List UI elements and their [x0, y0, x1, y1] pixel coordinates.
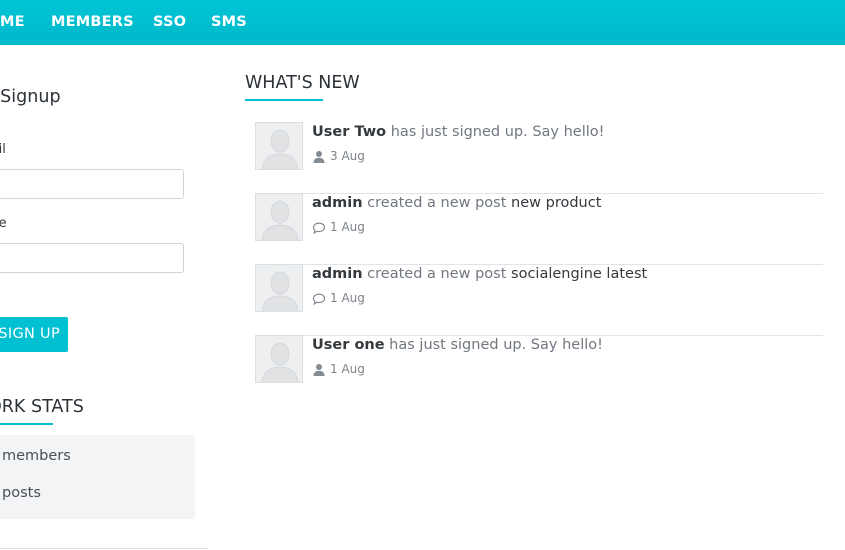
default-avatar-icon [256, 265, 302, 311]
feed-actor-link[interactable]: User Two [312, 124, 386, 140]
avatar[interactable] [255, 335, 303, 383]
feed-action: has just signed up. Say hello! [384, 337, 603, 353]
nav-item-home[interactable]: ME [0, 0, 25, 45]
feed-action: has just signed up. Say hello! [386, 124, 605, 140]
nav-item-sms[interactable]: SMS [211, 0, 247, 45]
feed-text: admin created a new post new product [312, 195, 601, 211]
whats-new-underline [245, 99, 323, 101]
user-icon [313, 364, 325, 376]
feed-action: created a new post [362, 195, 512, 211]
network-stats-title: TWORK STATS [0, 397, 84, 417]
left-sidebar: ick Signup mail ame SIGN UP TWORK STATS … [0, 45, 215, 550]
whats-new-section: WHAT'S NEW User Two has just signed up. … [245, 45, 845, 550]
email-label: mail [0, 142, 6, 157]
avatar[interactable] [255, 264, 303, 312]
whats-new-title: WHAT'S NEW [245, 73, 360, 93]
feed-action: created a new post [362, 266, 512, 282]
feed-item: User Two has just signed up. Say hello! … [255, 122, 823, 194]
feed-text: User Two has just signed up. Say hello! [312, 124, 604, 140]
default-avatar-icon [256, 194, 302, 240]
feed-item: User one has just signed up. Say hello! … [255, 335, 823, 406]
feed-timestamp[interactable]: 1 Aug [330, 291, 365, 305]
feed-actor-link[interactable]: admin [312, 266, 363, 282]
feed-actor-link[interactable]: User one [312, 337, 385, 353]
avatar[interactable] [255, 193, 303, 241]
feed-timestamp[interactable]: 1 Aug [330, 362, 365, 376]
nav-item-sso[interactable]: SSO [153, 0, 186, 45]
comment-icon [312, 293, 326, 306]
avatar[interactable] [255, 122, 303, 170]
feed-actor-link[interactable]: admin [312, 195, 363, 211]
feed-timestamp[interactable]: 1 Aug [330, 220, 365, 234]
default-avatar-icon [256, 336, 302, 382]
feed-object-link[interactable]: socialengine latest [511, 266, 647, 282]
email-field[interactable] [0, 169, 184, 199]
comment-icon [312, 222, 326, 235]
feed-item: admin created a new post socialengine la… [255, 264, 823, 336]
name-label: ame [0, 216, 7, 231]
feed-object-link[interactable]: new product [511, 195, 601, 211]
feed-text: admin created a new post socialengine la… [312, 266, 647, 282]
default-avatar-icon [256, 123, 302, 169]
network-stats-underline [0, 423, 53, 425]
top-navigation-bar: ME MEMBERS SSO SMS [0, 0, 845, 45]
stat-posts: posts [2, 485, 41, 501]
sidebar-divider [0, 548, 208, 549]
sign-up-button[interactable]: SIGN UP [0, 317, 68, 352]
feed-item: admin created a new post new product 1 A… [255, 193, 823, 265]
name-field[interactable] [0, 243, 184, 273]
feed-timestamp[interactable]: 3 Aug [330, 149, 365, 163]
user-icon [313, 151, 325, 163]
nav-item-members[interactable]: MEMBERS [51, 0, 134, 45]
quick-signup-title: ick Signup [0, 87, 61, 107]
feed-text: User one has just signed up. Say hello! [312, 337, 603, 353]
stat-members: members [2, 448, 71, 464]
